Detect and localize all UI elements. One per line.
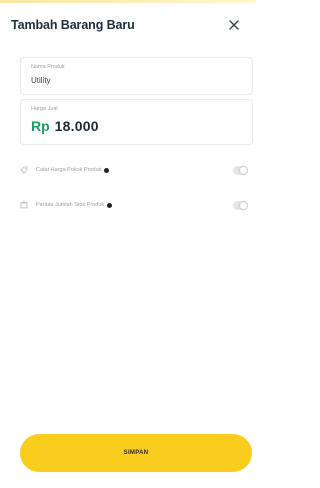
selling-price-label: Harga Jual	[31, 106, 58, 112]
header: Tambah Barang Baru	[0, 8, 256, 42]
info-icon[interactable]	[104, 167, 110, 173]
price-row: Rp 18.000	[31, 118, 242, 134]
save-label: SIMPAN	[123, 450, 149, 456]
close-icon	[229, 20, 239, 30]
product-name-label: Nama Produk	[31, 64, 65, 70]
currency-prefix: Rp	[31, 118, 50, 134]
option-row-stock: Pantau Jumlah Stok Produk	[20, 197, 248, 213]
selling-price-field[interactable]: Harga Jual Rp 18.000	[20, 99, 253, 145]
box-icon	[20, 201, 28, 209]
option-row-cost-price: Catat Harga Pokok Produk	[20, 162, 248, 178]
product-name-field[interactable]: Nama Produk Utility	[20, 57, 253, 95]
cost-price-toggle[interactable]	[233, 165, 248, 175]
stock-toggle[interactable]	[233, 200, 248, 210]
close-button[interactable]	[225, 16, 243, 34]
price-value: 18.000	[54, 118, 99, 134]
toggle-knob	[239, 165, 248, 175]
save-button[interactable]: SIMPAN	[20, 434, 252, 472]
option-label: Pantau Jumlah Stok Produk	[36, 202, 105, 208]
tag-icon	[20, 166, 28, 174]
product-name-value: Utility	[31, 76, 51, 85]
toggle-knob	[239, 200, 248, 210]
info-icon[interactable]	[107, 202, 113, 208]
top-accent-bar	[0, 0, 256, 3]
page-title: Tambah Barang Baru	[11, 18, 135, 32]
option-label: Catat Harga Pokok Produk	[36, 167, 102, 173]
